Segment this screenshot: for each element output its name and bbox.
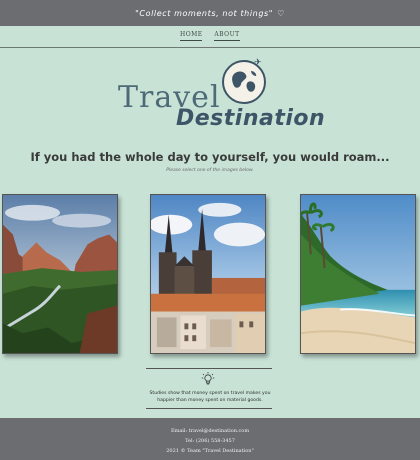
footer-email[interactable]: Email: travel@destination.com	[0, 428, 420, 434]
travel-fact: Studies show that money spent on travel …	[140, 390, 280, 404]
quote-text: "Collect moments, not things"	[135, 8, 274, 18]
airplane-icon: ✈	[254, 58, 262, 68]
page-headline: If you had the whole day to yourself, yo…	[30, 150, 390, 164]
travel-fact-line1: Studies show that money spent on travel …	[149, 391, 271, 396]
footer-phone[interactable]: Tel: (206) 558-3457	[0, 438, 420, 444]
old-town-photo[interactable]	[150, 194, 266, 354]
page-footer: Email: travel@destination.com Tel: (206)…	[0, 418, 420, 460]
logo-destination-text: Destination	[176, 106, 326, 131]
fact-divider-top	[146, 368, 272, 369]
nav-home-link[interactable]: HOME	[180, 30, 202, 41]
nav-divider	[0, 47, 420, 48]
quote-banner: "Collect moments, not things" ♡	[0, 0, 420, 26]
travel-fact-line2: happier than money spent on material goo…	[157, 398, 263, 403]
page-instruction: Please select one of the images below.	[166, 168, 254, 173]
heart-icon: ♡	[277, 8, 285, 18]
beach-photo[interactable]	[300, 194, 416, 354]
travel-destination-logo[interactable]: ✈ Travel Destination	[118, 58, 325, 136]
fact-divider-bottom	[146, 408, 272, 409]
footer-copyright: 2021 © Team "Travel Destination"	[166, 448, 254, 454]
main-nav: HOME ABOUT	[0, 30, 420, 44]
canyon-photo[interactable]	[2, 194, 118, 354]
nav-about-link[interactable]: ABOUT	[214, 30, 240, 41]
lightbulb-icon	[200, 371, 216, 387]
